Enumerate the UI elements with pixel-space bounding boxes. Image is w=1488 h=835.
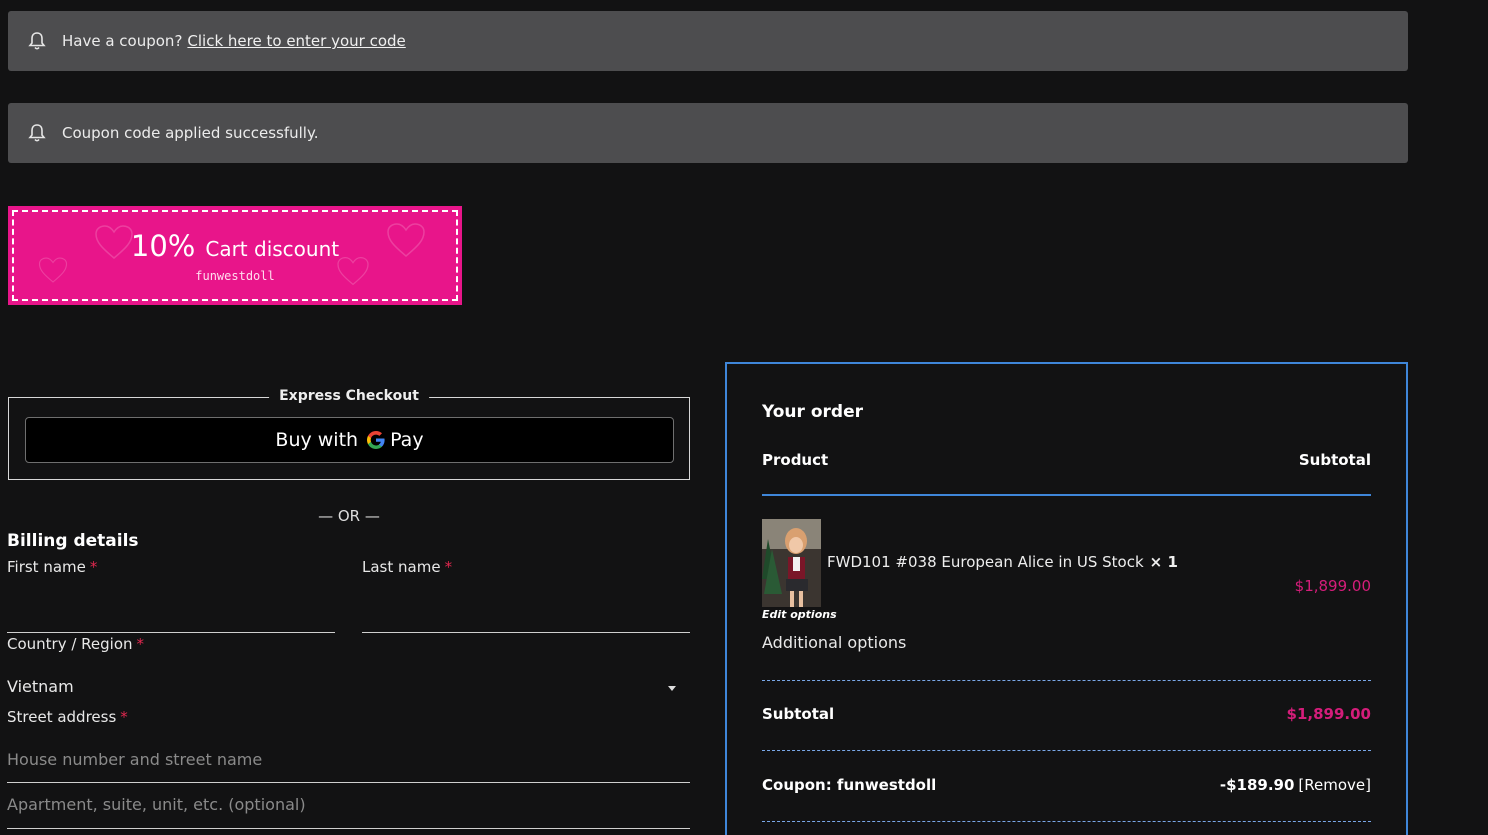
heart-decoration-icon <box>38 257 68 283</box>
street-address-2-input[interactable]: Apartment, suite, unit, etc. (optional) <box>7 795 306 814</box>
heart-decoration-icon <box>337 257 369 286</box>
country-label: Country / Region * <box>7 635 145 653</box>
last-name-label: Last name * <box>362 558 453 576</box>
order-summary: Your order Product Subtotal FWD101 #038 … <box>725 362 1408 835</box>
billing-title: Billing details <box>7 531 139 551</box>
coupon-prompt-text: Have a coupon? <box>62 32 183 50</box>
street-address-input[interactable]: House number and street name <box>7 750 262 769</box>
coupon-code: funwestdoll <box>195 268 275 283</box>
subtotal-column-header: Subtotal <box>1298 451 1371 469</box>
divider <box>762 821 1371 822</box>
coupon-row-label: Coupon: funwestdoll <box>762 776 937 794</box>
subtotal-label: Subtotal <box>762 705 835 723</box>
additional-options-label: Additional options <box>762 633 907 652</box>
coupon-card[interactable]: 10% Cart discount funwestdoll <box>8 206 462 305</box>
divider <box>762 750 1371 751</box>
express-checkout-legend: Express Checkout <box>269 388 429 404</box>
product-price: $1,899.00 <box>1294 577 1371 595</box>
google-g-icon <box>366 430 386 450</box>
heart-decoration-icon <box>387 223 425 257</box>
coupon-applied-text: Coupon code applied successfully. <box>62 124 319 142</box>
enter-coupon-link[interactable]: Click here to enter your code <box>187 32 405 50</box>
heart-decoration-icon <box>95 225 133 259</box>
required-mark: * <box>444 558 453 576</box>
first-name-field[interactable] <box>7 632 335 633</box>
chevron-down-icon[interactable] <box>668 686 676 691</box>
header-divider <box>762 494 1371 496</box>
required-mark: * <box>120 708 128 726</box>
coupon-title: 10% Cart discount <box>131 229 339 263</box>
country-select[interactable]: Vietnam <box>7 677 74 696</box>
coupon-label: Cart discount <box>205 236 340 261</box>
remove-coupon-link[interactable]: [Remove] <box>1298 776 1371 794</box>
street-address-label: Street address * <box>7 708 128 726</box>
coupon-card-border: 10% Cart discount funwestdoll <box>12 210 458 301</box>
coupon-percent: 10% <box>130 228 196 263</box>
required-mark: * <box>136 635 145 653</box>
product-quantity: × 1 <box>1149 553 1178 571</box>
google-pay-button-text: Buy with <box>275 429 359 451</box>
street-address-underline <box>7 782 690 783</box>
street-address-2-underline <box>7 828 690 829</box>
product-column-header: Product <box>762 451 829 469</box>
google-pay-brand: Pay <box>390 429 424 451</box>
or-separator: — OR — <box>318 507 380 525</box>
coupon-discount: -$189.90 <box>1219 776 1295 794</box>
product-thumbnail[interactable] <box>762 519 821 607</box>
bell-icon <box>28 123 46 143</box>
divider <box>762 680 1371 681</box>
express-checkout: Express Checkout Buy with Pay <box>8 388 690 480</box>
edit-options-link[interactable]: Edit options <box>762 608 837 621</box>
google-pay-button[interactable]: Buy with Pay <box>25 417 674 463</box>
required-mark: * <box>89 558 98 576</box>
coupon-row-value: -$189.90 [Remove] <box>1220 776 1371 794</box>
order-title: Your order <box>762 402 863 422</box>
product-name: FWD101 #038 European Alice in US Stock × … <box>827 553 1178 571</box>
coupon-prompt-notice: Have a coupon? Click here to enter your … <box>8 11 1408 71</box>
coupon-applied-notice: Coupon code applied successfully. <box>8 103 1408 163</box>
checkout-page: Have a coupon? Click here to enter your … <box>0 0 1488 835</box>
bell-icon <box>28 31 46 51</box>
subtotal-value: $1,899.00 <box>1286 705 1371 723</box>
last-name-field[interactable] <box>362 632 690 633</box>
first-name-label: First name * <box>7 558 98 576</box>
